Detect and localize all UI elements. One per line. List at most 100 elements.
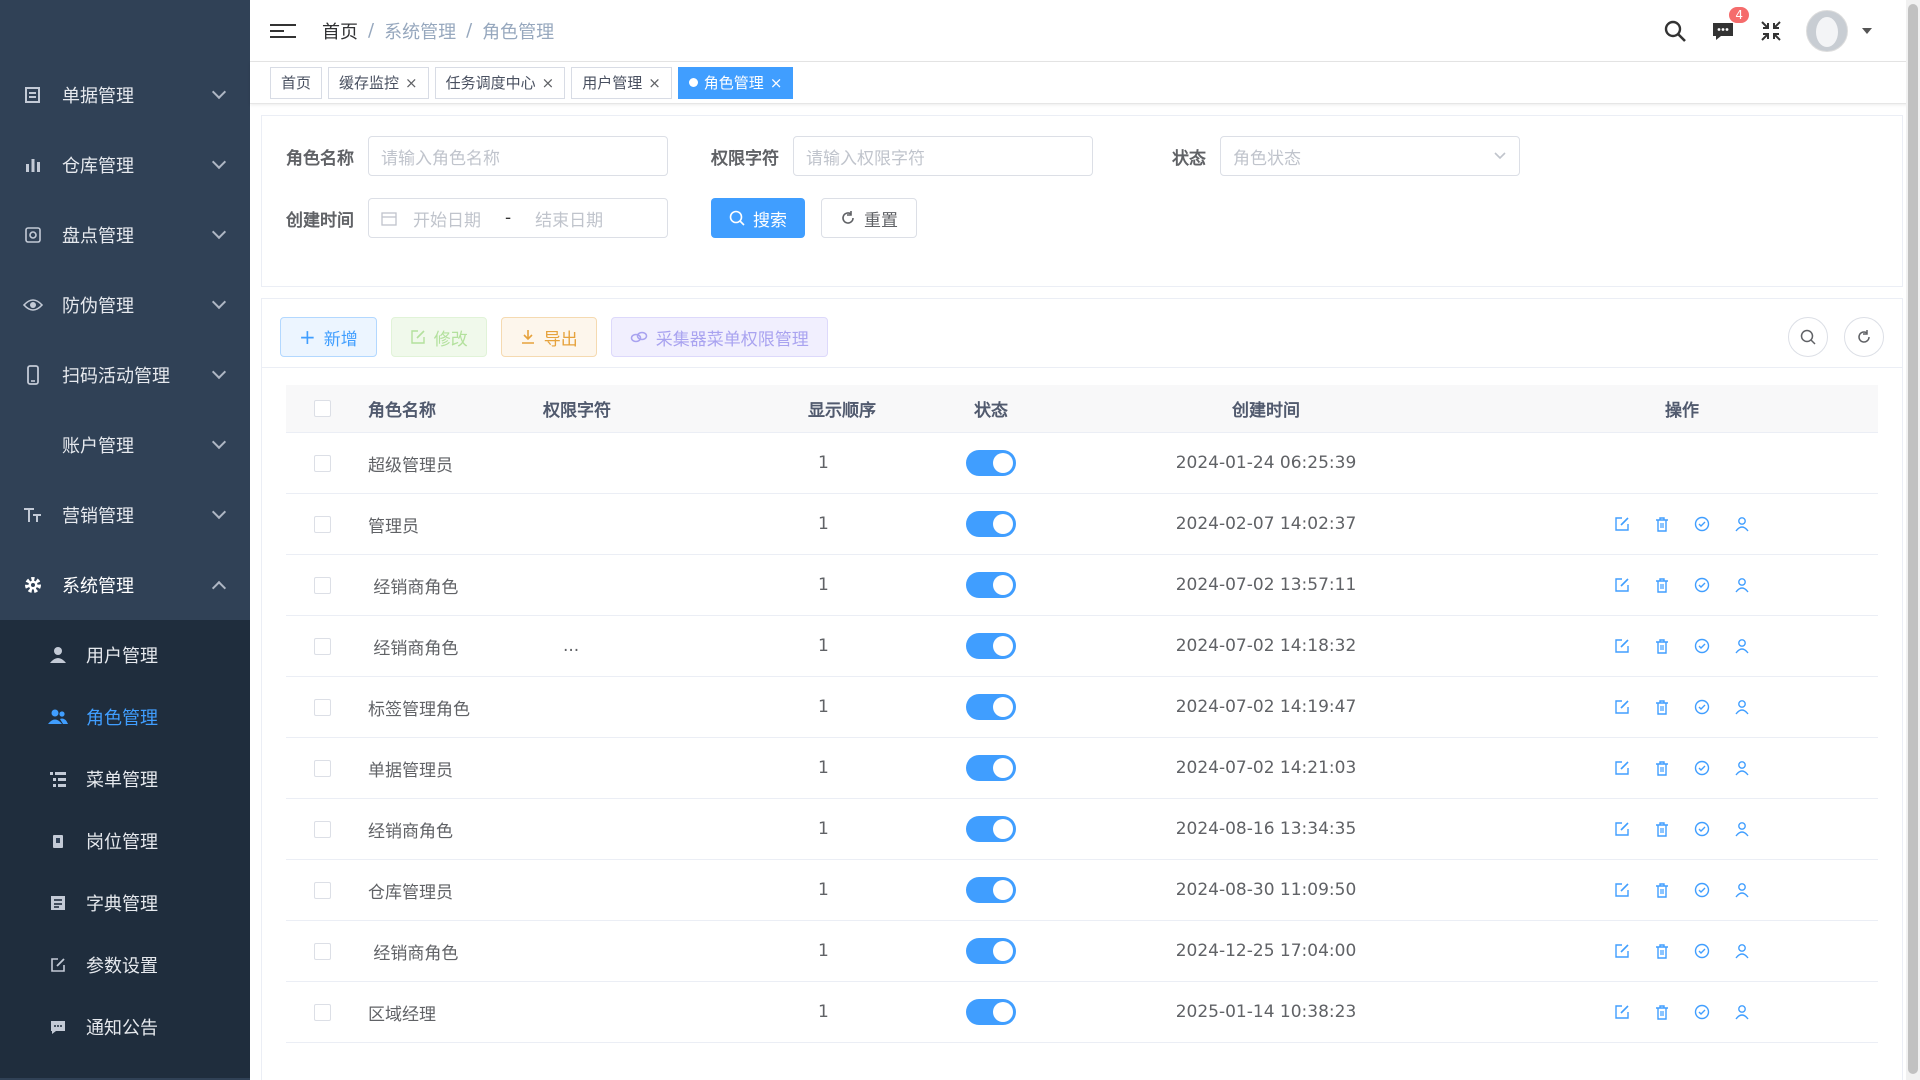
row-checkbox[interactable] [313, 1003, 331, 1021]
assign-user-button[interactable] [1732, 636, 1752, 656]
row-checkbox[interactable] [313, 637, 331, 655]
assign-user-button[interactable] [1732, 758, 1752, 778]
data-permission-button[interactable] [1692, 514, 1712, 534]
delete-role-button[interactable] [1652, 514, 1672, 534]
sidebar-item-documents[interactable]: 单据管理 [0, 60, 250, 130]
tag-home[interactable]: 首页 [270, 66, 323, 99]
status-switch[interactable] [966, 511, 1016, 537]
tag-role-management[interactable]: 角色管理 × [677, 66, 794, 99]
tag-job-center[interactable]: 任务调度中心 × [434, 66, 566, 99]
select-all-checkbox[interactable] [313, 400, 331, 417]
close-icon[interactable]: × [648, 74, 661, 92]
search-icon[interactable] [1662, 18, 1688, 44]
message-icon[interactable]: 4 [1710, 5, 1750, 44]
edit-role-button[interactable] [1612, 514, 1632, 534]
close-icon[interactable]: × [770, 74, 783, 92]
data-permission-button[interactable] [1692, 636, 1712, 656]
row-checkbox[interactable] [313, 698, 331, 716]
sidebar-item-system[interactable]: 系统管理 [0, 550, 250, 620]
page-scrollbar[interactable] [1906, 0, 1920, 1080]
toggle-search-button[interactable] [1788, 317, 1828, 357]
delete-role-button[interactable] [1652, 941, 1672, 961]
assign-user-button[interactable] [1732, 1002, 1752, 1022]
sidebar-item-notices[interactable]: 通知公告 [0, 996, 250, 1058]
data-permission-button[interactable] [1692, 819, 1712, 839]
edit-role-button[interactable] [1612, 636, 1632, 656]
delete-role-button[interactable] [1652, 697, 1672, 717]
edit-role-button[interactable] [1612, 941, 1632, 961]
sidebar-item-account[interactable]: 账户管理 [0, 410, 250, 480]
assign-user-button[interactable] [1732, 941, 1752, 961]
sidebar-item-params[interactable]: 参数设置 [0, 934, 250, 996]
search-button[interactable]: 搜索 [711, 198, 805, 238]
sidebar-item-inventory[interactable]: 盘点管理 [0, 200, 250, 270]
status-switch[interactable] [966, 572, 1016, 598]
status-switch[interactable] [966, 938, 1016, 964]
edit-role-button[interactable] [1612, 1002, 1632, 1022]
row-checkbox[interactable] [313, 515, 331, 533]
row-checkbox[interactable] [313, 576, 331, 594]
edit-role-button[interactable] [1612, 758, 1632, 778]
delete-role-button[interactable] [1652, 636, 1672, 656]
assign-user-button[interactable] [1732, 697, 1752, 717]
date-range-picker[interactable]: 开始日期 - 结束日期 [368, 198, 668, 238]
scrollbar-thumb[interactable] [1908, 4, 1918, 1074]
status-switch[interactable] [966, 450, 1016, 476]
assign-user-button[interactable] [1732, 514, 1752, 534]
edit-role-button[interactable] [1612, 575, 1632, 595]
delete-role-button[interactable] [1652, 575, 1672, 595]
sidebar-item-roles[interactable]: 角色管理 [0, 686, 250, 748]
tag-cache-monitor[interactable]: 缓存监控 × [328, 66, 429, 99]
row-checkbox[interactable] [313, 820, 331, 838]
role-name-input[interactable]: 请输入角色名称 [368, 136, 668, 176]
collector-menu-permission-button[interactable]: 采集器菜单权限管理 [610, 317, 828, 357]
role-key-input[interactable]: 请输入权限字符 [793, 136, 1093, 176]
sidebar-item-users[interactable]: 用户管理 [0, 624, 250, 686]
column-header[interactable]: 显示顺序 [778, 396, 936, 421]
caret-down-icon[interactable] [1862, 27, 1872, 34]
sidebar-item-scan-activity[interactable]: 扫码活动管理 [0, 340, 250, 410]
status-switch[interactable] [966, 816, 1016, 842]
delete-role-button[interactable] [1652, 819, 1672, 839]
refresh-button[interactable] [1844, 317, 1884, 357]
sidebar-item-dictionary[interactable]: 字典管理 [0, 872, 250, 934]
data-permission-button[interactable] [1692, 941, 1712, 961]
status-switch[interactable] [966, 877, 1016, 903]
hamburger-icon[interactable] [270, 23, 296, 38]
fullscreen-exit-icon[interactable] [1758, 18, 1784, 44]
assign-user-button[interactable] [1732, 819, 1752, 839]
sidebar-item-menus[interactable]: 菜单管理 [0, 748, 250, 810]
assign-user-button[interactable] [1732, 575, 1752, 595]
status-switch[interactable] [966, 633, 1016, 659]
status-switch[interactable] [966, 694, 1016, 720]
row-checkbox[interactable] [313, 942, 331, 960]
reset-button[interactable]: 重置 [821, 198, 917, 238]
edit-role-button[interactable] [1612, 819, 1632, 839]
data-permission-button[interactable] [1692, 697, 1712, 717]
sidebar-item-marketing[interactable]: 营销管理 [0, 480, 250, 550]
status-switch[interactable] [966, 755, 1016, 781]
sidebar-item-anticounterfeit[interactable]: 防伪管理 [0, 270, 250, 340]
data-permission-button[interactable] [1692, 575, 1712, 595]
row-checkbox[interactable] [313, 881, 331, 899]
column-header[interactable]: 创建时间 [1046, 396, 1486, 421]
tag-user-management[interactable]: 用户管理 × [571, 66, 672, 99]
sidebar-item-posts[interactable]: 岗位管理 [0, 810, 250, 872]
delete-role-button[interactable] [1652, 758, 1672, 778]
edit-button[interactable]: 修改 [390, 317, 487, 357]
status-select[interactable]: 角色状态 [1220, 136, 1520, 176]
row-checkbox[interactable] [313, 454, 331, 472]
edit-role-button[interactable] [1612, 697, 1632, 717]
breadcrumb-home[interactable]: 首页 [322, 18, 358, 44]
add-button[interactable]: + 新增 [280, 317, 377, 357]
assign-user-button[interactable] [1732, 880, 1752, 900]
close-icon[interactable]: × [405, 74, 418, 92]
close-icon[interactable]: × [542, 74, 555, 92]
avatar[interactable] [1806, 9, 1848, 52]
data-permission-button[interactable] [1692, 1002, 1712, 1022]
delete-role-button[interactable] [1652, 880, 1672, 900]
row-checkbox[interactable] [313, 759, 331, 777]
edit-role-button[interactable] [1612, 880, 1632, 900]
export-button[interactable]: 导出 [500, 317, 597, 357]
delete-role-button[interactable] [1652, 1002, 1672, 1022]
